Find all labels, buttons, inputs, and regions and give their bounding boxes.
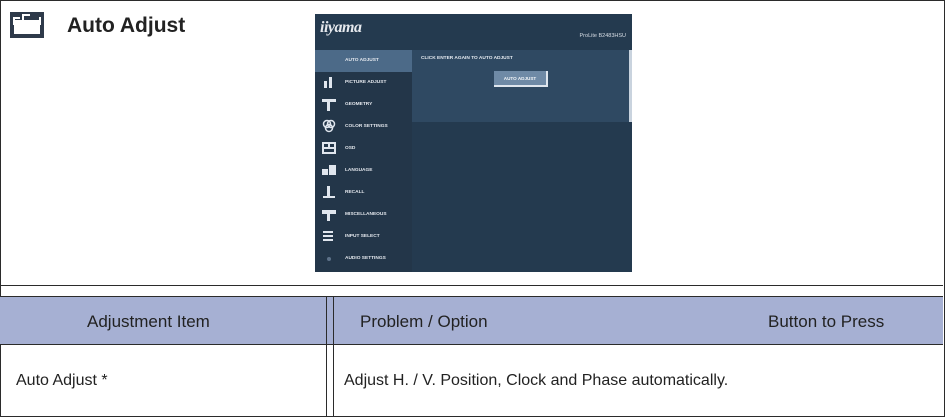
- osd-menu-item-label: COLOR SETTINGS: [345, 124, 388, 129]
- column-divider: [333, 296, 334, 417]
- header-button-to-press: Button to Press: [768, 312, 885, 331]
- osd-menu-item-miscellaneous[interactable]: MISCELLANEOUS: [315, 204, 412, 226]
- osd-menu-item-label: GEOMETRY: [345, 102, 373, 107]
- osd-menu-item-language[interactable]: LANGUAGE: [315, 160, 412, 182]
- auto-adjust-icon: [10, 12, 44, 38]
- miscellaneous-icon: [322, 210, 336, 221]
- osd-menu-item-label: PICTURE ADJUST: [345, 80, 387, 85]
- osd-menu-item-audio-settings[interactable]: AUDIO SETTINGS: [315, 248, 412, 270]
- column-divider: [326, 296, 327, 417]
- osd-menu-item-label: INPUT SELECT: [345, 234, 380, 239]
- osd-menu-item-osd[interactable]: OSD: [315, 138, 412, 160]
- osd-menu-item-geometry[interactable]: GEOMETRY: [315, 94, 412, 116]
- osd-instruction-text: CLICK ENTER AGAIN TO AUTO ADJUST: [421, 56, 513, 61]
- table-header-row: Adjustment Item Problem / Option Button …: [0, 296, 943, 345]
- osd-menu-item-label: AUTO ADJUST: [345, 58, 379, 63]
- osd-menu-item-label: MISCELLANEOUS: [345, 212, 387, 217]
- osd-menu-item-label: AUDIO SETTINGS: [345, 256, 386, 261]
- osd-menu: AUTO ADJUST PICTURE ADJUST GEOMETRY COLO…: [315, 50, 412, 272]
- geometry-icon: [322, 99, 336, 111]
- osd-menu-item-color-settings[interactable]: COLOR SETTINGS: [315, 116, 412, 138]
- osd-menu-item-picture-adjust[interactable]: PICTURE ADJUST: [315, 72, 412, 94]
- table-cell-item: Auto Adjust *: [16, 372, 108, 389]
- recall-icon: [323, 186, 335, 198]
- osd-screenshot: iiyama ProLite B2483HSU AUTO ADJUST PICT…: [315, 14, 632, 272]
- section-title: Auto Adjust: [67, 14, 186, 37]
- osd-menu-item-label: RECALL: [345, 190, 365, 195]
- audio-settings-icon: [327, 257, 331, 261]
- osd-logo: iiyama: [320, 19, 362, 36]
- osd-menu-item-input-select[interactable]: INPUT SELECT: [315, 226, 412, 248]
- table-cell-problem: Adjust H. / V. Position, Clock and Phase…: [344, 372, 729, 389]
- color-settings-icon: [322, 119, 336, 133]
- picture-adjust-icon: [324, 77, 332, 88]
- osd-button-label: AUTO ADJUST: [503, 76, 537, 81]
- section-header: Auto Adjust iiyama ProLite B2483HSU AUTO…: [0, 0, 943, 286]
- osd-content-panel: CLICK ENTER AGAIN TO AUTO ADJUST AUTO AD…: [412, 50, 629, 122]
- osd-menu-item-label: LANGUAGE: [345, 168, 373, 173]
- osd-menu-item-label: OSD: [345, 146, 356, 151]
- osd-icon: [322, 142, 336, 154]
- language-icon: [322, 165, 336, 175]
- osd-scrollbar[interactable]: [629, 50, 632, 122]
- osd-auto-adjust-button[interactable]: AUTO ADJUST: [494, 71, 548, 87]
- header-adjustment-item: Adjustment Item: [87, 312, 210, 331]
- osd-menu-item-auto-adjust[interactable]: AUTO ADJUST: [315, 50, 412, 72]
- osd-menu-item-recall[interactable]: RECALL: [315, 182, 412, 204]
- input-select-icon: [323, 231, 333, 241]
- header-problem-option: Problem / Option: [360, 312, 488, 331]
- osd-model-label: ProLite B2483HSU: [579, 33, 626, 39]
